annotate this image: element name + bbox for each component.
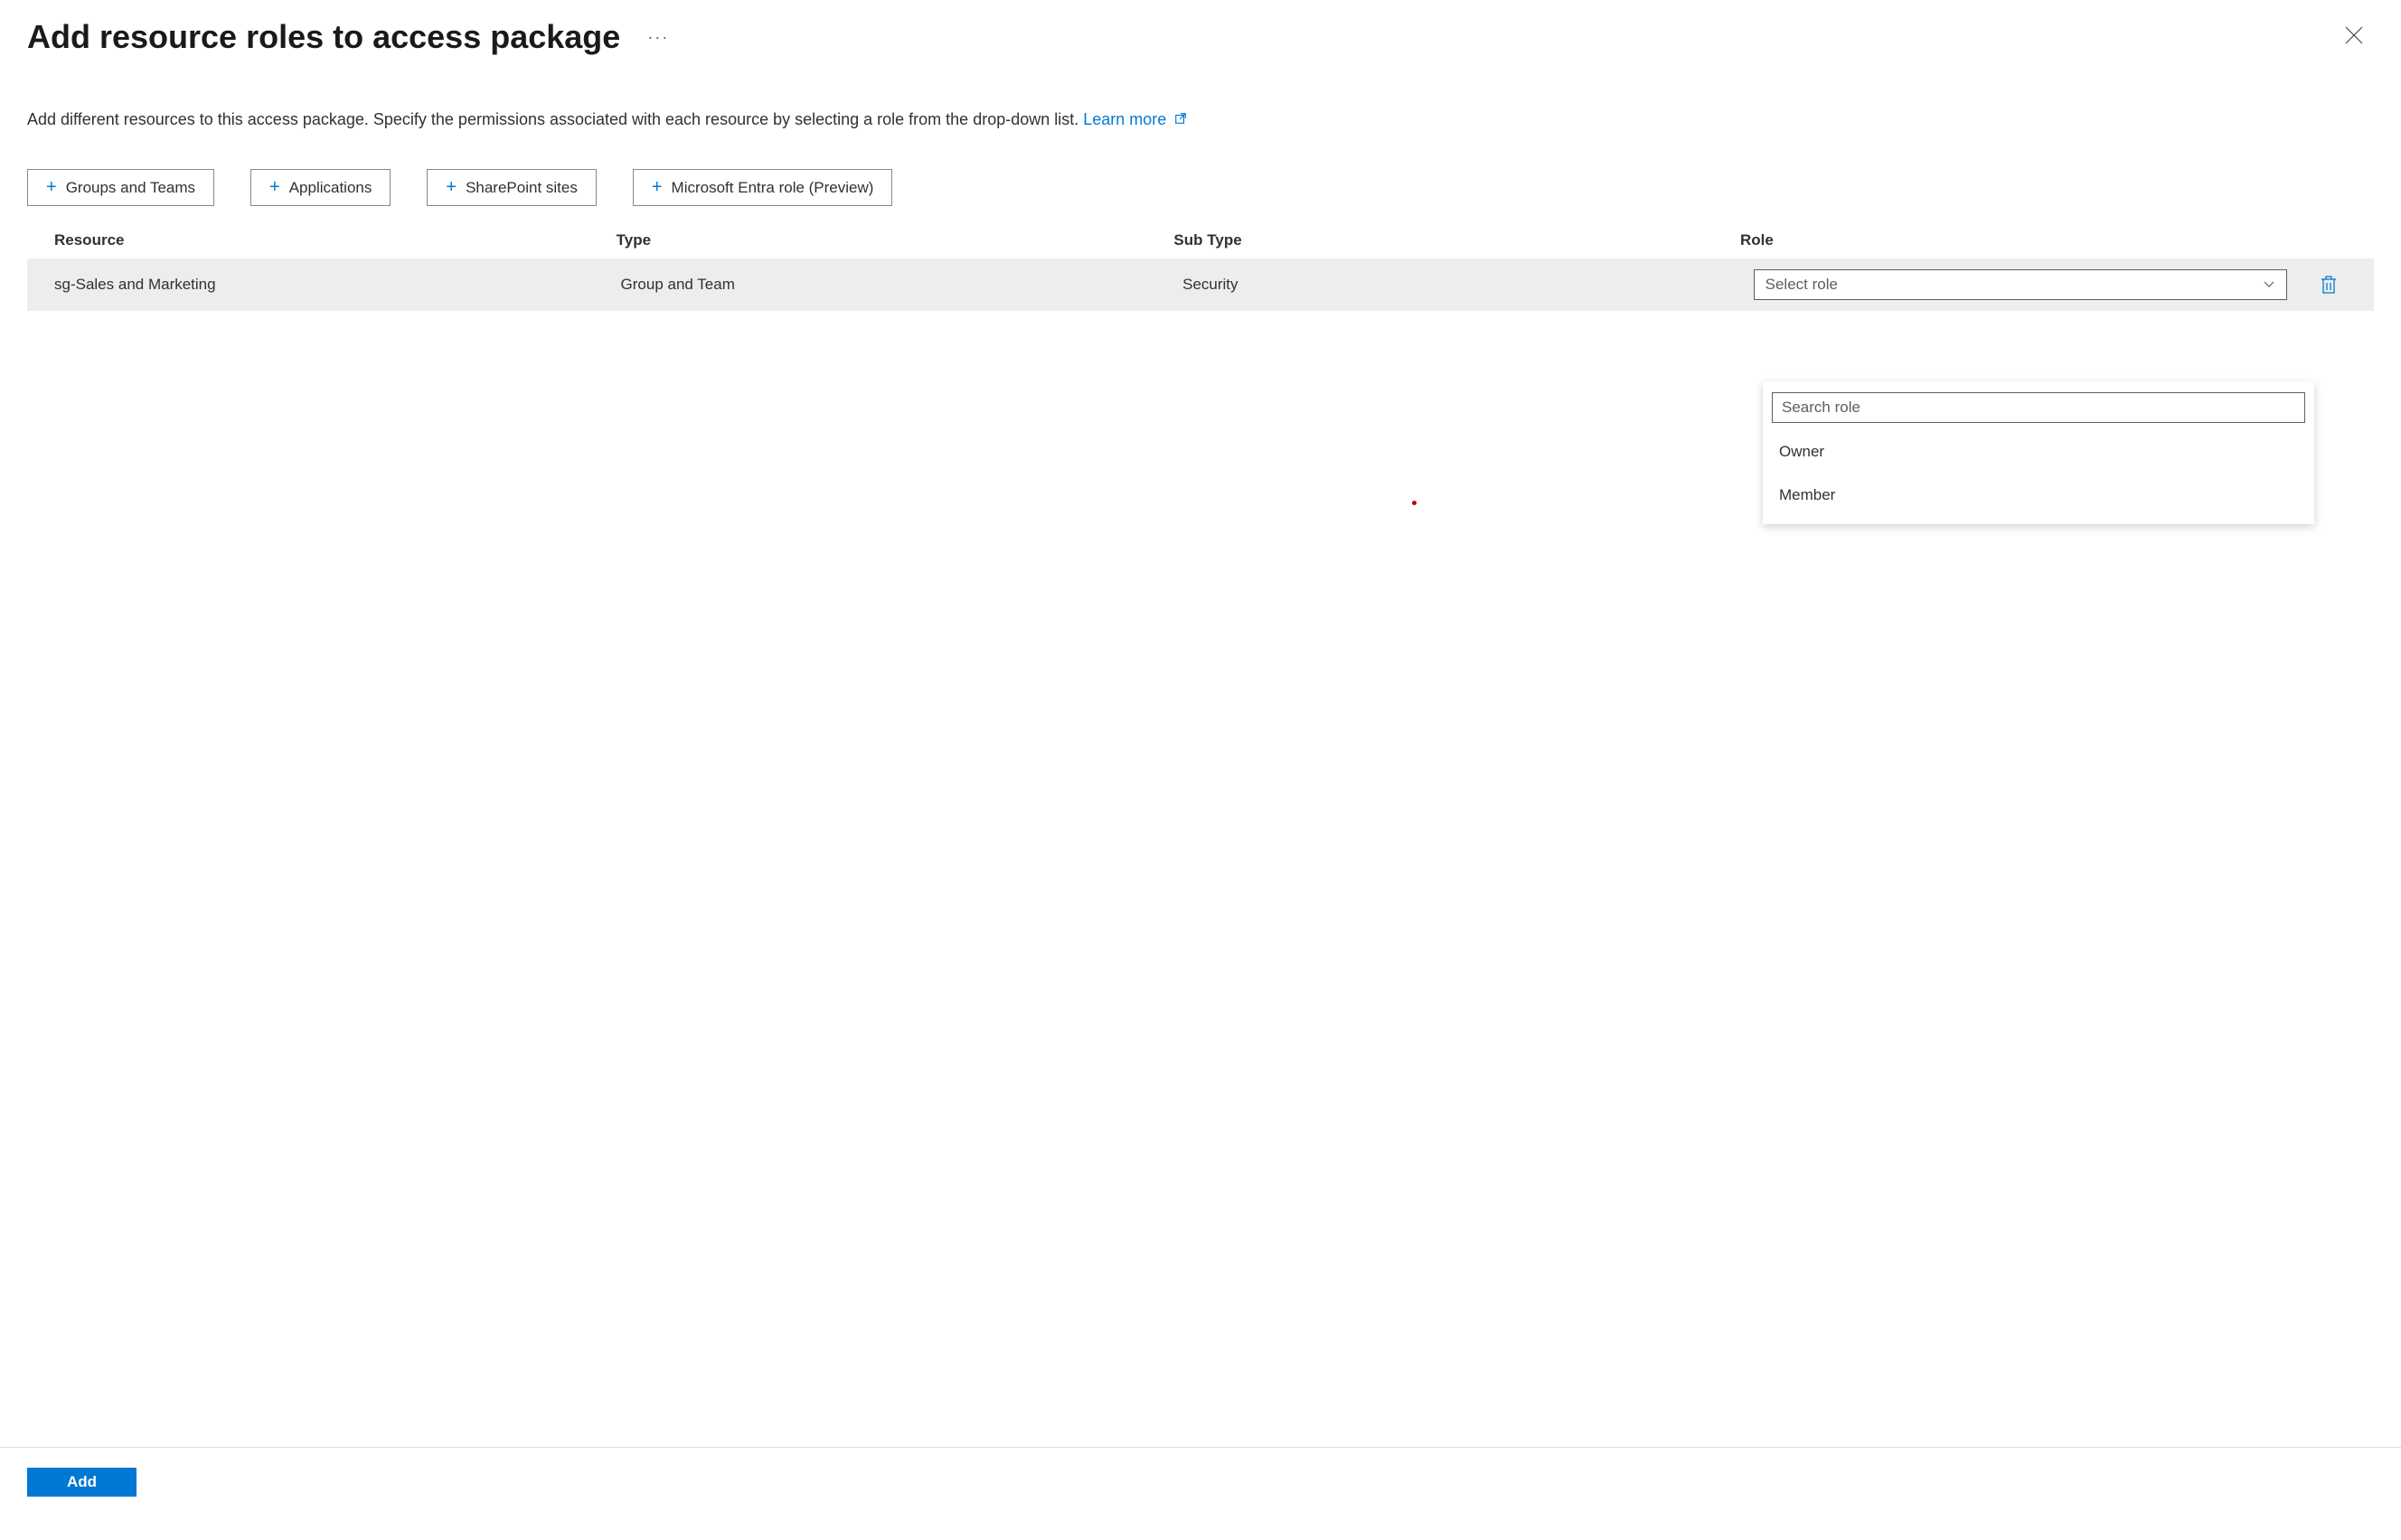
resources-table: Resource Type Sub Type Role sg-Sales and… bbox=[27, 222, 2374, 311]
column-header-subtype[interactable]: Sub Type bbox=[1173, 231, 1740, 249]
description-body: Add different resources to this access p… bbox=[27, 110, 1083, 128]
role-option-owner[interactable]: Owner bbox=[1772, 430, 2305, 474]
button-label: Groups and Teams bbox=[66, 179, 195, 197]
chevron-down-icon bbox=[2263, 277, 2275, 292]
external-link-icon bbox=[1174, 110, 1187, 129]
cell-subtype: Security bbox=[1182, 276, 1754, 294]
table-row: sg-Sales and Marketing Group and Team Se… bbox=[27, 258, 2374, 311]
column-header-role[interactable]: Role bbox=[1740, 231, 2293, 249]
add-applications-button[interactable]: + Applications bbox=[250, 169, 391, 206]
more-options-icon[interactable]: ··· bbox=[647, 28, 669, 47]
close-icon[interactable] bbox=[2334, 21, 2374, 54]
cell-type: Group and Team bbox=[621, 276, 1183, 294]
role-dropdown-panel: Owner Member bbox=[1763, 381, 2314, 524]
add-entra-role-button[interactable]: + Microsoft Entra role (Preview) bbox=[633, 169, 893, 206]
add-submit-button[interactable]: Add bbox=[27, 1468, 137, 1497]
resource-type-buttons: + Groups and Teams + Applications + Shar… bbox=[27, 169, 2374, 206]
role-search-input[interactable] bbox=[1772, 392, 2305, 423]
column-header-type[interactable]: Type bbox=[617, 231, 1174, 249]
delete-row-button[interactable] bbox=[2311, 275, 2347, 295]
footer-bar: Add bbox=[0, 1447, 2401, 1497]
button-label: SharePoint sites bbox=[466, 179, 578, 197]
description-text: Add different resources to this access p… bbox=[27, 110, 2374, 129]
table-header-row: Resource Type Sub Type Role bbox=[27, 222, 2374, 258]
learn-more-link[interactable]: Learn more bbox=[1083, 110, 1187, 128]
plus-icon: + bbox=[446, 177, 457, 198]
button-label: Microsoft Entra role (Preview) bbox=[672, 179, 874, 197]
role-option-member[interactable]: Member bbox=[1772, 474, 2305, 517]
add-sharepoint-button[interactable]: + SharePoint sites bbox=[427, 169, 596, 206]
plus-icon: + bbox=[269, 177, 280, 198]
add-groups-teams-button[interactable]: + Groups and Teams bbox=[27, 169, 214, 206]
plus-icon: + bbox=[46, 177, 57, 198]
column-header-resource[interactable]: Resource bbox=[54, 231, 617, 249]
learn-more-label: Learn more bbox=[1083, 110, 1166, 128]
plus-icon: + bbox=[652, 177, 663, 198]
page-title: Add resource roles to access package bbox=[27, 18, 620, 56]
button-label: Applications bbox=[289, 179, 372, 197]
cursor-dot bbox=[1412, 501, 1417, 505]
cell-resource: sg-Sales and Marketing bbox=[54, 276, 621, 294]
role-select-dropdown[interactable]: Select role bbox=[1754, 269, 2287, 300]
role-select-value: Select role bbox=[1765, 276, 1838, 294]
panel-header: Add resource roles to access package ··· bbox=[27, 18, 2374, 56]
